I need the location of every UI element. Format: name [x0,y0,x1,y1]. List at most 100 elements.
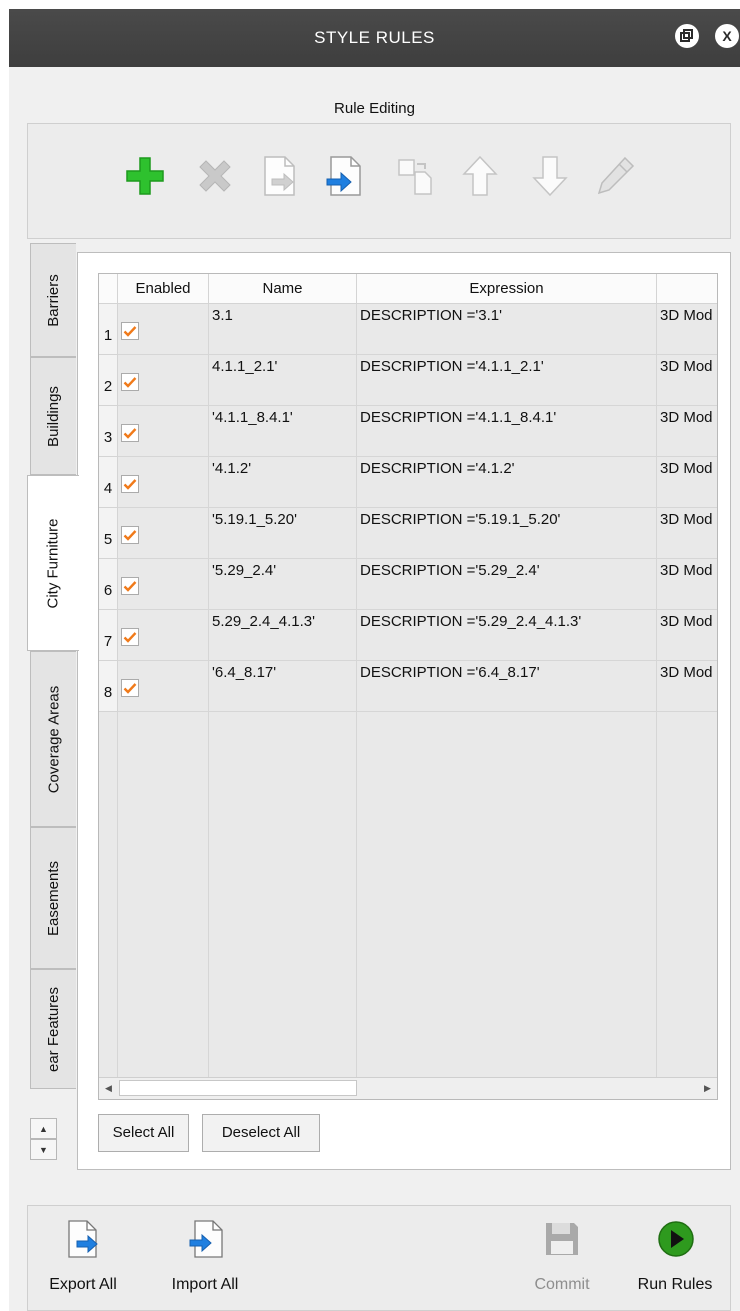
tab-coverage-areas[interactable]: Coverage Areas [30,651,76,827]
name-cell[interactable]: '4.1.1_8.4.1' [209,406,357,457]
enabled-checkbox[interactable] [121,679,139,697]
name-cell[interactable]: 5.29_2.4_4.1.3' [209,610,357,661]
enabled-cell [118,355,209,406]
row-number: 6 [99,559,118,610]
table-row[interactable]: 1 3.1 DESCRIPTION ='3.1' 3D Mod [99,304,717,355]
tab-scroll-up-icon[interactable]: ▲ [30,1118,57,1139]
tab-buildings[interactable]: Buildings [30,357,76,475]
row-number: 8 [99,661,118,712]
import-icon[interactable] [321,152,369,200]
enabled-checkbox[interactable] [121,475,139,493]
table-row[interactable]: 7 5.29_2.4_4.1.3' DESCRIPTION ='5.29_2.4_4… [99,610,717,661]
scroll-right-icon[interactable]: ▶ [698,1078,717,1098]
export-icon[interactable] [256,152,304,200]
enabled-checkbox[interactable] [121,373,139,391]
name-cell[interactable]: 4.1.1_2.1' [209,355,357,406]
name-cell[interactable]: '6.4_8.17' [209,661,357,712]
export-all-button[interactable]: Export All [28,1206,138,1310]
model-cell[interactable]: 3D Mod [657,661,717,712]
expression-cell[interactable]: DESCRIPTION ='4.1.2' [357,457,657,508]
play-icon [658,1221,694,1257]
export-all-icon [68,1220,98,1258]
check-icon [123,632,137,643]
export-all-label: Export All [49,1276,117,1293]
enabled-checkbox[interactable] [121,577,139,595]
name-cell[interactable]: 3.1 [209,304,357,355]
expression-cell[interactable]: DESCRIPTION ='4.1.1_2.1' [357,355,657,406]
enabled-cell [118,304,209,355]
grid-line [356,712,357,1078]
row-number: 7 [99,610,118,661]
name-cell[interactable]: '5.29_2.4' [209,559,357,610]
table-row[interactable]: 3 '4.1.1_8.4.1' DESCRIPTION ='4.1.1_8.4.1'… [99,406,717,457]
col-enabled-header[interactable]: Enabled [118,274,209,304]
commit-button[interactable]: Commit [512,1206,612,1310]
edit-icon[interactable] [591,152,639,200]
col-model-header[interactable] [657,274,717,304]
model-cell[interactable]: 3D Mod [657,355,717,406]
enabled-checkbox[interactable] [121,322,139,340]
enabled-cell [118,610,209,661]
enabled-cell [118,457,209,508]
grid-line [656,712,657,1078]
expression-cell[interactable]: DESCRIPTION ='6.4_8.17' [357,661,657,712]
expression-cell[interactable]: DESCRIPTION ='5.29_2.4' [357,559,657,610]
tab-city-furniture[interactable]: City Furniture [27,475,79,651]
deselect-all-button[interactable]: Deselect All [202,1114,320,1152]
model-cell[interactable]: 3D Mod [657,508,717,559]
enabled-checkbox[interactable] [121,628,139,646]
table-row[interactable]: 4 '4.1.2' DESCRIPTION ='4.1.2' 3D Mod [99,457,717,508]
col-name-header[interactable]: Name [209,274,357,304]
delete-icon[interactable] [191,152,239,200]
row-number: 5 [99,508,118,559]
check-icon [123,428,137,439]
enabled-cell [118,406,209,457]
tab-easements[interactable]: Easements [30,827,76,969]
run-rules-label: Run Rules [637,1276,713,1293]
horizontal-scrollbar[interactable]: ◀ ▶ [99,1077,717,1099]
run-rules-button[interactable]: Run Rules [620,1206,730,1310]
model-cell[interactable]: 3D Mod [657,457,717,508]
scroll-thumb[interactable] [119,1080,357,1096]
restore-icon[interactable] [675,24,699,48]
import-all-label: Import All [171,1276,239,1293]
table-row[interactable]: 8 '6.4_8.17' DESCRIPTION ='6.4_8.17' 3D Mod [99,661,717,712]
close-icon[interactable]: X [715,24,739,48]
import-all-button[interactable]: Import All [150,1206,260,1310]
model-cell[interactable]: 3D Mod [657,610,717,661]
corner-header [99,274,118,304]
rule-editing-label: Rule Editing [334,100,415,117]
expression-cell[interactable]: DESCRIPTION ='4.1.1_8.4.1' [357,406,657,457]
add-icon[interactable] [121,152,169,200]
tab-linear-features[interactable]: ear Features [30,969,76,1089]
tab-scroll-down-icon[interactable]: ▼ [30,1139,57,1160]
col-expression-header[interactable]: Expression [357,274,657,304]
move-up-icon[interactable] [456,152,504,200]
model-cell[interactable]: 3D Mod [657,304,717,355]
model-cell[interactable]: 3D Mod [657,559,717,610]
expression-cell[interactable]: DESCRIPTION ='3.1' [357,304,657,355]
table-row[interactable]: 6 '5.29_2.4' DESCRIPTION ='5.29_2.4' 3D Mod [99,559,717,610]
name-cell[interactable]: '4.1.2' [209,457,357,508]
enabled-checkbox[interactable] [121,424,139,442]
expression-cell[interactable]: DESCRIPTION ='5.29_2.4_4.1.3' [357,610,657,661]
enabled-cell [118,508,209,559]
check-icon [123,530,137,541]
enabled-checkbox[interactable] [121,526,139,544]
window-title: STYLE RULES [314,28,435,47]
model-cell[interactable]: 3D Mod [657,406,717,457]
table-row[interactable]: 5 '5.19.1_5.20' DESCRIPTION ='5.19.1_5.20'… [99,508,717,559]
style-rules-panel: STYLE RULES X Rule Editing Barriers Buil… [9,9,740,1311]
expression-cell[interactable]: DESCRIPTION ='5.19.1_5.20' [357,508,657,559]
move-down-icon[interactable] [526,152,574,200]
rules-table: Enabled Name Expression 1 3.1 DESCRIPTION … [98,273,718,1100]
tab-barriers[interactable]: Barriers [30,243,76,357]
row-number: 4 [99,457,118,508]
select-all-button[interactable]: Select All [98,1114,189,1152]
copy-icon[interactable] [391,152,439,200]
name-cell[interactable]: '5.19.1_5.20' [209,508,357,559]
table-row[interactable]: 2 4.1.1_2.1' DESCRIPTION ='4.1.1_2.1' 3D Mo… [99,355,717,406]
rule-editing-toolbar [27,123,731,239]
scroll-left-icon[interactable]: ◀ [99,1078,118,1098]
grid-line [117,712,118,1078]
